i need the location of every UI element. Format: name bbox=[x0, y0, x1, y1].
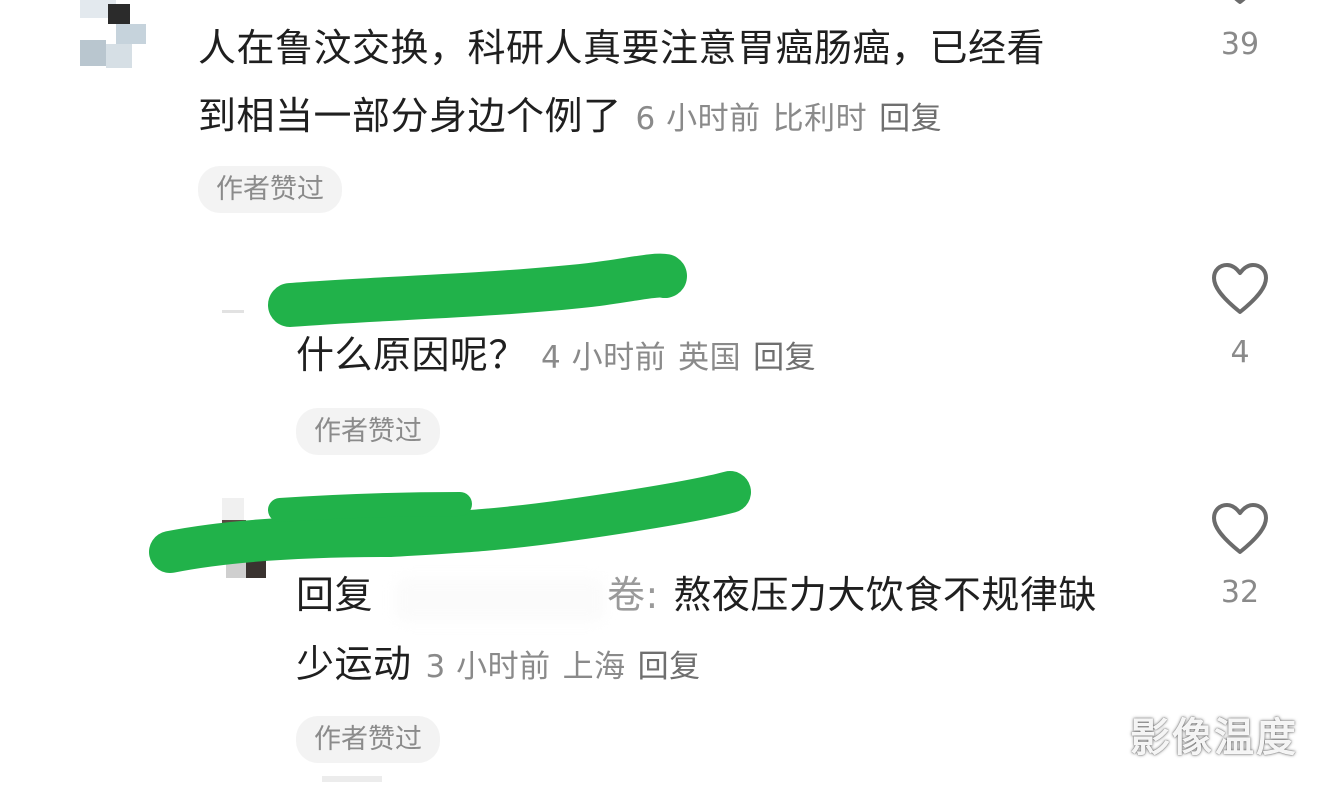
watermark: 影像温度 bbox=[1130, 715, 1298, 761]
author-liked-badge: 作者赞过 bbox=[198, 166, 342, 213]
reply-button[interactable]: 回复 bbox=[879, 101, 942, 137]
avatar[interactable] bbox=[222, 498, 268, 580]
comment-time: 4 小时前 bbox=[541, 340, 667, 376]
comment-text-line2: 少运动 3 小时前 上海 回复 bbox=[296, 645, 701, 683]
heart-outline-icon[interactable] bbox=[1210, 0, 1270, 8]
comment-text-line2: 到相当一部分身边个例了 6 小时前 比利时 回复 bbox=[198, 97, 942, 135]
comment-time: 3 小时前 bbox=[425, 649, 551, 685]
like-count: 4 bbox=[1230, 335, 1250, 370]
reply-target-redaction bbox=[395, 578, 605, 622]
reply-button[interactable]: 回复 bbox=[638, 649, 701, 685]
author-liked-badge: 作者赞过 bbox=[296, 716, 440, 763]
comment-location: 上海 bbox=[562, 649, 626, 685]
reply-prefix: 回复 bbox=[296, 573, 374, 617]
heart-outline-icon[interactable] bbox=[1210, 502, 1270, 558]
avatar[interactable] bbox=[322, 772, 392, 791]
comment-meta: 6 小时前 比利时 回复 bbox=[636, 101, 943, 137]
comment-meta: 4 小时前 英国 回复 bbox=[541, 340, 816, 376]
username-redaction bbox=[268, 253, 687, 327]
comment-meta: 3 小时前 上海 回复 bbox=[426, 649, 701, 685]
comment-text-line: 什么原因呢？ 4 小时前 英国 回复 bbox=[296, 336, 816, 374]
comment-location: 英国 bbox=[678, 340, 742, 376]
comment-text: 熬夜压力大饮食不规律缺 bbox=[673, 573, 1097, 617]
comment-text: 人在鲁汶交换，科研人真要注意胃癌肠癌，已经看 bbox=[198, 26, 1046, 70]
author-liked-badge: 作者赞过 bbox=[296, 408, 440, 455]
reply-button[interactable]: 回复 bbox=[753, 340, 816, 376]
comment-thread: 人在鲁汶交换，科研人真要注意胃癌肠癌，已经看 到相当一部分身边个例了 6 小时前比… bbox=[0, 0, 1320, 791]
comment-text-line: 回复 bbox=[296, 576, 373, 614]
comment-text-line: 卷: 熬夜压力大饮食不规律缺 bbox=[607, 576, 1097, 614]
reply-target-name[interactable]: 卷: bbox=[607, 573, 659, 617]
comment-text-continuation: 少运动 bbox=[296, 642, 412, 686]
comment-location: 比利时 bbox=[772, 101, 868, 137]
avatar[interactable] bbox=[222, 306, 262, 318]
avatar[interactable] bbox=[80, 0, 148, 70]
like-count: 39 bbox=[1220, 27, 1260, 62]
like-count: 32 bbox=[1220, 575, 1260, 610]
heart-outline-icon[interactable] bbox=[1210, 262, 1270, 318]
comment-time: 6 小时前 bbox=[635, 101, 761, 137]
comment-text: 什么原因呢？ bbox=[296, 333, 528, 377]
comment-text-continuation: 到相当一部分身边个例了 bbox=[198, 94, 622, 138]
